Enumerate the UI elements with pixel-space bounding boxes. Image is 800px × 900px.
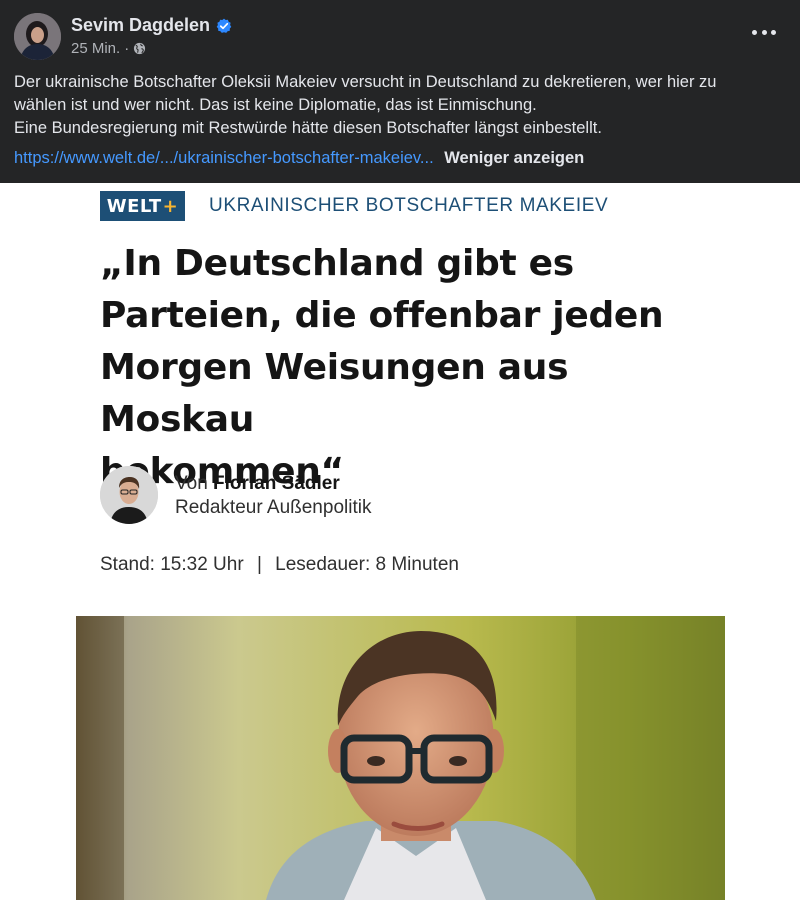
- author-name: Florian Sädler: [213, 473, 340, 494]
- profile-avatar[interactable]: [14, 13, 61, 60]
- article-link[interactable]: https://www.welt.de/.../ukrainischer-bot…: [14, 149, 434, 167]
- more-options-icon[interactable]: [752, 22, 776, 42]
- article-meta: Stand: 15:32 Uhr | Lesedauer: 8 Minuten: [100, 554, 459, 576]
- article-headline: „In Deutschland gibt es Parteien, die of…: [100, 238, 710, 498]
- show-less-button[interactable]: Weniger anzeigen: [444, 149, 584, 167]
- article-topic: UKRAINISCHER BOTSCHAFTER MAKEIEV: [209, 195, 609, 216]
- author-role: Redakteur Außenpolitik: [175, 497, 372, 518]
- post-link-row: https://www.welt.de/.../ukrainischer-bot…: [14, 147, 584, 170]
- post-author[interactable]: Sevim Dagdelen: [71, 15, 232, 36]
- post-meta: 25 Min. ·: [71, 40, 146, 57]
- byline-prefix: Von: [175, 473, 208, 494]
- author-avatar: [100, 466, 158, 524]
- article-byline: Von Florian Sädler: [175, 470, 340, 497]
- publish-time: Stand: 15:32 Uhr: [100, 554, 244, 575]
- post-text-line: Der ukrainische Botschafter Oleksii Make…: [14, 73, 717, 91]
- logo-text: WELT: [106, 195, 162, 217]
- reading-time: Lesedauer: 8 Minuten: [275, 554, 459, 575]
- shared-article-preview[interactable]: WELT + UKRAINISCHER BOTSCHAFTER MAKEIEV „…: [76, 183, 725, 900]
- article-photo: [76, 616, 725, 900]
- headline-line: „In Deutschland gibt es: [100, 243, 574, 284]
- meta-separator: |: [256, 554, 262, 575]
- facebook-post: Sevim Dagdelen 25 Min. · Der ukrainische…: [0, 0, 800, 183]
- post-author-name[interactable]: Sevim Dagdelen: [71, 15, 210, 36]
- globe-icon: [134, 42, 146, 55]
- post-text-line: Eine Bundesregierung mit Restwürde hätte…: [14, 119, 602, 137]
- logo-plus: +: [162, 195, 179, 217]
- meta-separator: ·: [124, 40, 130, 57]
- post-text: Der ukrainische Botschafter Oleksii Make…: [14, 71, 794, 140]
- welt-plus-logo: WELT +: [100, 191, 185, 221]
- headline-line: Morgen Weisungen aus Moskau: [100, 347, 569, 440]
- post-text-line: wählen ist und wer nicht. Das ist keine …: [14, 96, 537, 114]
- post-timestamp[interactable]: 25 Min.: [71, 40, 120, 57]
- verified-badge-icon: [216, 18, 232, 33]
- headline-line: Parteien, die offenbar jeden: [100, 295, 664, 336]
